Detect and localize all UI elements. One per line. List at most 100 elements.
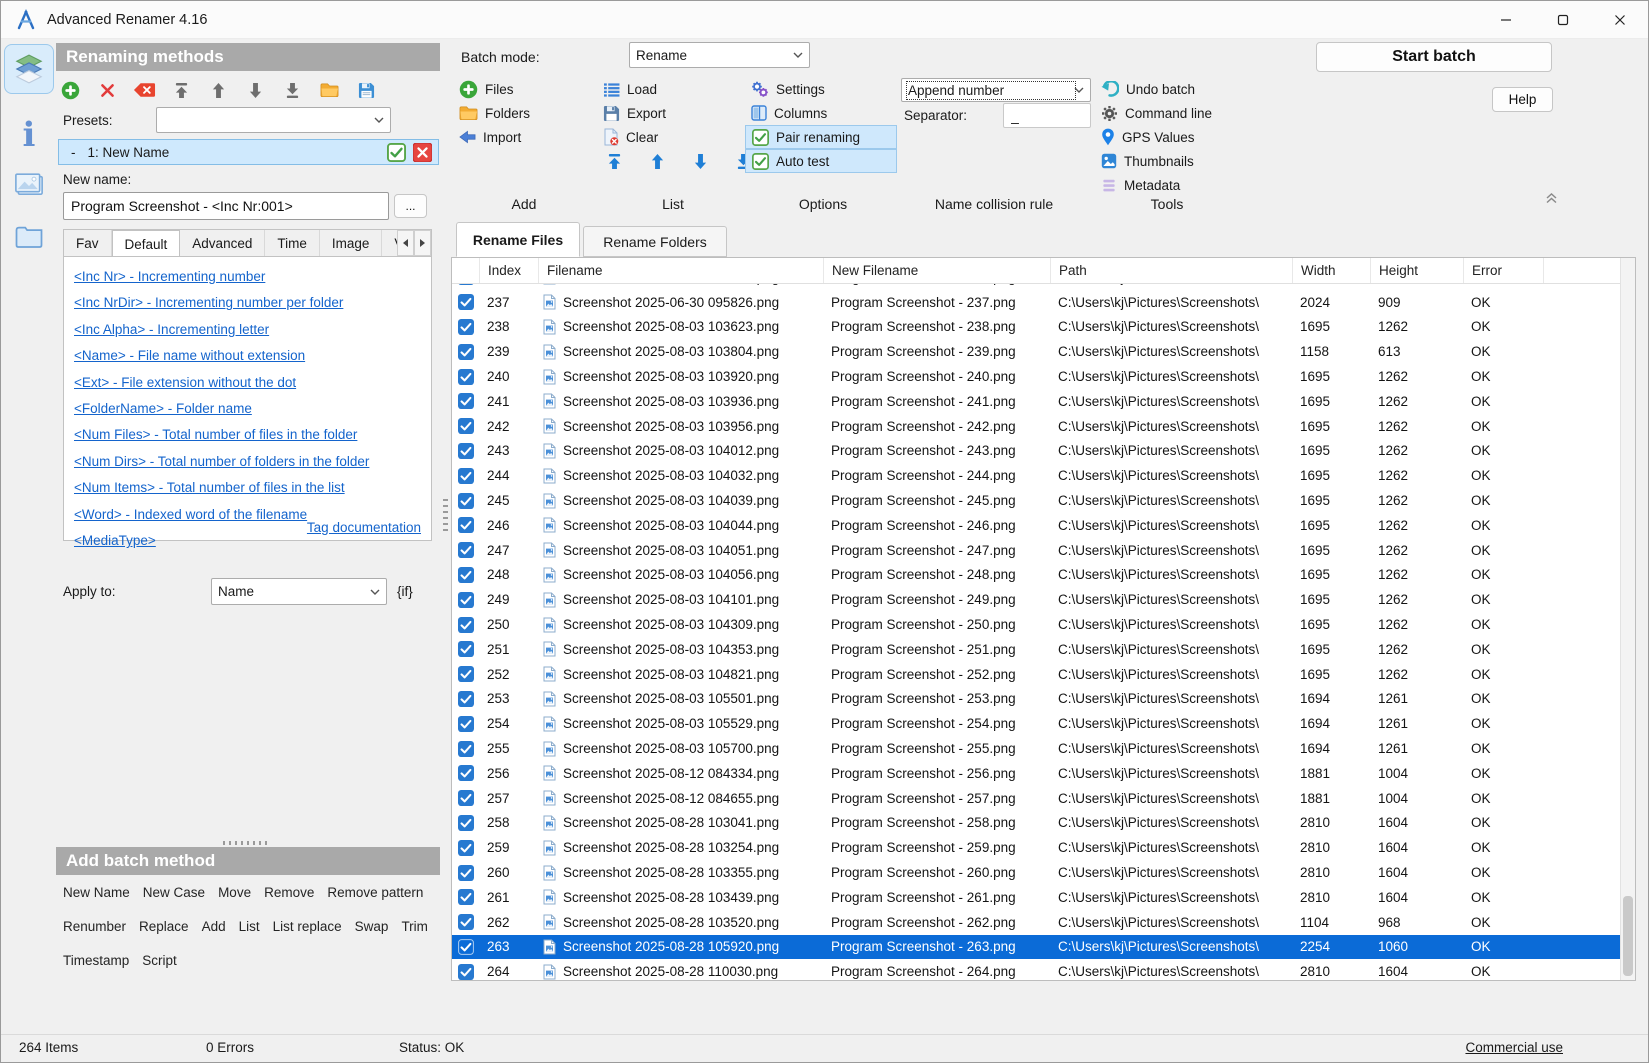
move-method-top-button[interactable] xyxy=(170,79,192,101)
maximize-button[interactable] xyxy=(1534,1,1591,38)
table-row[interactable]: 263Screenshot 2025-08-28 105920.pngProgr… xyxy=(452,935,1620,960)
table-header-index[interactable]: Index xyxy=(479,258,538,283)
method-delete-button[interactable] xyxy=(412,142,432,162)
batch-method-list[interactable]: List xyxy=(239,919,260,934)
commercial-use-link[interactable]: Commercial use xyxy=(1465,1040,1563,1055)
move-method-down-button[interactable] xyxy=(244,79,266,101)
row-checkbox[interactable] xyxy=(452,691,479,707)
row-checkbox[interactable] xyxy=(452,765,479,781)
load-button[interactable]: Load xyxy=(603,77,657,101)
start-batch-button[interactable]: Start batch xyxy=(1316,42,1552,72)
rail-renaming-methods[interactable] xyxy=(4,44,54,94)
settings-button[interactable]: Settings xyxy=(751,77,825,101)
apply-to-combo[interactable]: Name xyxy=(211,578,387,605)
thumbnails-button[interactable]: Thumbnails xyxy=(1101,149,1194,173)
table-row[interactable]: 262Screenshot 2025-08-28 103520.pngProgr… xyxy=(452,910,1620,935)
row-checkbox[interactable] xyxy=(452,542,479,558)
columns-button[interactable]: Columns xyxy=(751,101,827,125)
batch-method-new-case[interactable]: New Case xyxy=(143,885,205,900)
row-checkbox[interactable] xyxy=(452,369,479,385)
table-row[interactable]: 264Screenshot 2025-08-28 110030.pngProgr… xyxy=(452,959,1620,980)
batch-method-remove[interactable]: Remove xyxy=(264,885,314,900)
batch-method-add[interactable]: Add xyxy=(202,919,226,934)
collapse-toolbar-icon[interactable] xyxy=(1542,189,1560,207)
tag-link[interactable]: <Name> - File name without extension xyxy=(74,343,421,369)
name-collision-combo[interactable]: Append number xyxy=(901,78,1091,102)
batch-method-move[interactable]: Move xyxy=(218,885,251,900)
auto-test-toggle[interactable]: Auto test xyxy=(745,149,897,173)
row-checkbox[interactable] xyxy=(452,517,479,533)
minimize-button[interactable] xyxy=(1477,1,1534,38)
table-header-filename[interactable]: Filename xyxy=(538,258,823,283)
save-preset-button[interactable] xyxy=(355,79,377,101)
row-checkbox[interactable] xyxy=(452,344,479,360)
row-checkbox[interactable] xyxy=(452,418,479,434)
tag-link[interactable]: <Ext> - File extension without the dot xyxy=(74,370,421,396)
row-checkbox[interactable] xyxy=(452,741,479,757)
presets-combo[interactable] xyxy=(156,107,391,133)
tag-tab-time[interactable]: Time xyxy=(265,230,320,256)
add-method-button[interactable] xyxy=(59,79,81,101)
batch-method-replace[interactable]: Replace xyxy=(139,919,189,934)
open-preset-button[interactable] xyxy=(318,79,340,101)
rail-image[interactable] xyxy=(4,158,54,208)
table-row[interactable]: 256Screenshot 2025-08-12 084334.pngProgr… xyxy=(452,761,1620,786)
table-row[interactable]: 237Screenshot 2025-06-30 095826.pngProgr… xyxy=(452,290,1620,315)
row-checkbox[interactable] xyxy=(452,284,479,285)
folders-button[interactable]: Folders xyxy=(459,101,530,125)
table-row[interactable]: 238Screenshot 2025-08-03 103623.pngProgr… xyxy=(452,315,1620,340)
new-name-input[interactable] xyxy=(63,192,389,220)
row-checkbox[interactable] xyxy=(452,964,479,980)
tag-link[interactable]: <Num Files> - Total number of files in t… xyxy=(74,422,421,448)
vertical-splitter[interactable] xyxy=(443,499,448,535)
table-row[interactable]: 257Screenshot 2025-08-12 084655.pngProgr… xyxy=(452,786,1620,811)
command-line-button[interactable]: Command line xyxy=(1101,101,1212,125)
browse-tags-button[interactable]: ... xyxy=(394,194,427,218)
row-checkbox[interactable] xyxy=(452,840,479,856)
row-checkbox[interactable] xyxy=(452,443,479,459)
if-button[interactable]: {if} xyxy=(397,584,413,599)
row-checkbox[interactable] xyxy=(452,666,479,682)
table-row[interactable]: 250Screenshot 2025-08-03 104309.pngProgr… xyxy=(452,612,1620,637)
batch-method-renumber[interactable]: Renumber xyxy=(63,919,126,934)
row-checkbox[interactable] xyxy=(452,914,479,930)
row-checkbox[interactable] xyxy=(452,865,479,881)
table-row[interactable]: 248Screenshot 2025-08-03 104056.pngProgr… xyxy=(452,563,1620,588)
method-item-new-name[interactable]: - 1: New Name xyxy=(58,139,439,165)
table-row[interactable]: 258Screenshot 2025-08-28 103041.pngProgr… xyxy=(452,811,1620,836)
undo-batch-button[interactable]: Undo batch xyxy=(1101,77,1195,101)
batch-method-timestamp[interactable]: Timestamp xyxy=(63,953,129,968)
batch-method-swap[interactable]: Swap xyxy=(355,919,389,934)
move-file-down-button[interactable] xyxy=(689,150,711,172)
help-button[interactable]: Help xyxy=(1492,87,1553,112)
tag-link[interactable]: <Inc Nr> - Incrementing number xyxy=(74,264,421,290)
table-row[interactable]: 243Screenshot 2025-08-03 104012.pngProgr… xyxy=(452,439,1620,464)
move-method-bottom-button[interactable] xyxy=(281,79,303,101)
table-row[interactable]: 259Screenshot 2025-08-28 103254.pngProgr… xyxy=(452,835,1620,860)
tag-tab-image[interactable]: Image xyxy=(320,230,383,256)
row-checkbox[interactable] xyxy=(452,790,479,806)
batch-method-remove-pattern[interactable]: Remove pattern xyxy=(327,885,423,900)
tag-documentation-link[interactable]: Tag documentation xyxy=(307,520,421,535)
horizontal-splitter[interactable] xyxy=(223,841,271,845)
row-checkbox[interactable] xyxy=(452,319,479,335)
table-row[interactable]: 253Screenshot 2025-08-03 105501.pngProgr… xyxy=(452,687,1620,712)
remove-all-methods-button[interactable] xyxy=(133,79,155,101)
tag-link[interactable]: <Num Dirs> - Total number of folders in … xyxy=(74,449,421,475)
table-header-new-filename[interactable]: New Filename xyxy=(823,258,1050,283)
scrollbar-thumb[interactable] xyxy=(1623,896,1633,976)
tag-tab-default[interactable]: Default xyxy=(112,230,181,257)
row-checkbox[interactable] xyxy=(452,939,479,955)
table-header-width[interactable]: Width xyxy=(1292,258,1370,283)
row-checkbox[interactable] xyxy=(452,641,479,657)
close-button[interactable] xyxy=(1591,1,1648,38)
remove-method-button[interactable] xyxy=(96,79,118,101)
table-header-height[interactable]: Height xyxy=(1370,258,1463,283)
table-row[interactable]: 242Screenshot 2025-08-03 103956.pngProgr… xyxy=(452,414,1620,439)
table-row[interactable]: 260Screenshot 2025-08-28 103355.pngProgr… xyxy=(452,860,1620,885)
batch-mode-combo[interactable]: Rename xyxy=(629,42,810,68)
clear-button[interactable]: Clear xyxy=(603,125,658,149)
vertical-scrollbar[interactable] xyxy=(1620,258,1635,980)
table-header-path[interactable]: Path xyxy=(1050,258,1292,283)
row-checkbox[interactable] xyxy=(452,294,479,310)
